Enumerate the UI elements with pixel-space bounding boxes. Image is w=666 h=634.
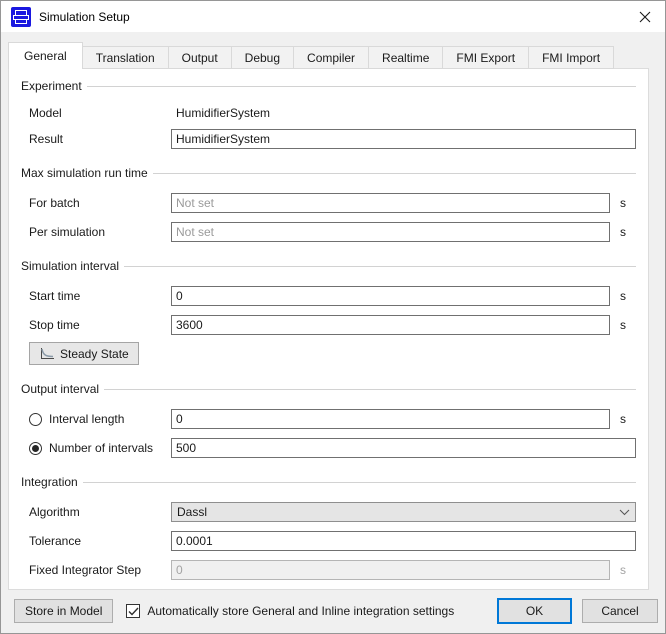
start-time-unit: s bbox=[610, 289, 636, 303]
tab-realtime-label: Realtime bbox=[382, 51, 429, 65]
experiment-title-text: Experiment bbox=[21, 79, 82, 93]
tab-fmi-export[interactable]: FMI Export bbox=[442, 46, 529, 69]
fixed-step-label: Fixed Integrator Step bbox=[21, 563, 171, 577]
interval-length-row: Interval length s bbox=[21, 409, 636, 429]
title-bar: Simulation Setup bbox=[1, 1, 665, 32]
output-interval-group-title: Output interval bbox=[21, 382, 636, 396]
auto-store-label: Automatically store General and Inline i… bbox=[147, 604, 454, 618]
steady-state-button-label: Steady State bbox=[60, 347, 129, 361]
per-simulation-unit: s bbox=[610, 225, 636, 239]
number-of-intervals-input[interactable] bbox=[171, 438, 636, 458]
max-run-time-title-text: Max simulation run time bbox=[21, 166, 148, 180]
tab-output[interactable]: Output bbox=[168, 46, 232, 69]
interval-length-input[interactable] bbox=[171, 409, 610, 429]
max-run-time-group-title: Max simulation run time bbox=[21, 166, 636, 180]
number-of-intervals-row: Number of intervals bbox=[21, 438, 636, 458]
interval-length-radio[interactable] bbox=[29, 413, 42, 426]
close-icon bbox=[639, 11, 651, 23]
steady-state-button[interactable]: Steady State bbox=[29, 342, 139, 365]
interval-length-label: Interval length bbox=[49, 412, 124, 426]
tab-fmi-export-label: FMI Export bbox=[456, 51, 515, 65]
tab-fmi-import[interactable]: FMI Import bbox=[528, 46, 614, 69]
tab-fmi-import-label: FMI Import bbox=[542, 51, 600, 65]
cancel-button[interactable]: Cancel bbox=[582, 599, 658, 623]
result-row: Result bbox=[21, 129, 636, 149]
store-in-model-button[interactable]: Store in Model bbox=[14, 599, 113, 623]
number-of-intervals-label: Number of intervals bbox=[49, 441, 153, 455]
model-value: HumidifierSystem bbox=[171, 106, 636, 120]
for-batch-row: For batch s bbox=[21, 193, 636, 213]
stop-time-unit: s bbox=[610, 318, 636, 332]
ok-button[interactable]: OK bbox=[497, 598, 572, 624]
max-run-time-group-line bbox=[153, 173, 636, 174]
tab-general[interactable]: General bbox=[8, 42, 83, 69]
experiment-group-title: Experiment bbox=[21, 79, 636, 93]
start-time-row: Start time s bbox=[21, 286, 636, 306]
integration-title-text: Integration bbox=[21, 475, 78, 489]
model-label: Model bbox=[21, 106, 171, 120]
interval-length-unit: s bbox=[610, 412, 636, 426]
tab-output-label: Output bbox=[182, 51, 218, 65]
algorithm-selected-value: Dassl bbox=[177, 505, 619, 519]
tab-compiler-label: Compiler bbox=[307, 51, 355, 65]
fixed-step-input bbox=[171, 560, 610, 580]
fixed-step-row: Fixed Integrator Step s bbox=[21, 560, 636, 580]
auto-store-checkbox[interactable] bbox=[126, 604, 140, 618]
tab-realtime[interactable]: Realtime bbox=[368, 46, 443, 69]
simulation-setup-icon bbox=[11, 7, 31, 27]
simulation-setup-dialog: Simulation Setup General Translation Out… bbox=[0, 0, 666, 634]
fixed-step-unit: s bbox=[610, 563, 636, 577]
tab-bar: General Translation Output Debug Compile… bbox=[8, 42, 614, 69]
tolerance-input[interactable] bbox=[171, 531, 636, 551]
start-time-label: Start time bbox=[21, 289, 171, 303]
chevron-down-icon bbox=[619, 509, 630, 516]
stop-time-input[interactable] bbox=[171, 315, 610, 335]
algorithm-row: Algorithm Dassl bbox=[21, 502, 636, 522]
tab-compiler[interactable]: Compiler bbox=[293, 46, 369, 69]
tab-translation-label: Translation bbox=[96, 51, 155, 65]
general-tab-page: Experiment Model HumidifierSystem Result… bbox=[8, 68, 649, 590]
per-simulation-input[interactable] bbox=[171, 222, 610, 242]
close-button[interactable] bbox=[625, 1, 665, 32]
model-row: Model HumidifierSystem bbox=[21, 106, 636, 120]
for-batch-input[interactable] bbox=[171, 193, 610, 213]
window-title: Simulation Setup bbox=[39, 10, 130, 24]
tab-general-label: General bbox=[24, 49, 67, 63]
tolerance-label: Tolerance bbox=[21, 534, 171, 548]
experiment-group-line bbox=[87, 86, 636, 87]
for-batch-unit: s bbox=[610, 196, 636, 210]
tab-debug-label: Debug bbox=[245, 51, 280, 65]
result-input[interactable] bbox=[171, 129, 636, 149]
number-of-intervals-radio[interactable] bbox=[29, 442, 42, 455]
stop-time-label: Stop time bbox=[21, 318, 171, 332]
footer-bar: Store in Model Automatically store Gener… bbox=[1, 590, 666, 634]
integration-group-title: Integration bbox=[21, 475, 636, 489]
per-simulation-label: Per simulation bbox=[21, 225, 171, 239]
tab-debug[interactable]: Debug bbox=[231, 46, 294, 69]
steady-state-plot-icon bbox=[39, 347, 55, 361]
algorithm-label: Algorithm bbox=[21, 505, 171, 519]
stop-time-row: Stop time s bbox=[21, 315, 636, 335]
start-time-input[interactable] bbox=[171, 286, 610, 306]
simulation-interval-title-text: Simulation interval bbox=[21, 259, 119, 273]
tolerance-row: Tolerance bbox=[21, 531, 636, 551]
algorithm-dropdown[interactable]: Dassl bbox=[171, 502, 636, 522]
tab-translation[interactable]: Translation bbox=[82, 46, 169, 69]
simulation-interval-group-line bbox=[124, 266, 636, 267]
output-interval-title-text: Output interval bbox=[21, 382, 99, 396]
for-batch-label: For batch bbox=[21, 196, 171, 210]
integration-group-line bbox=[83, 482, 636, 483]
result-label: Result bbox=[21, 132, 171, 146]
simulation-interval-group-title: Simulation interval bbox=[21, 259, 636, 273]
per-simulation-row: Per simulation s bbox=[21, 222, 636, 242]
output-interval-group-line bbox=[104, 389, 636, 390]
checkmark-icon bbox=[128, 607, 139, 616]
